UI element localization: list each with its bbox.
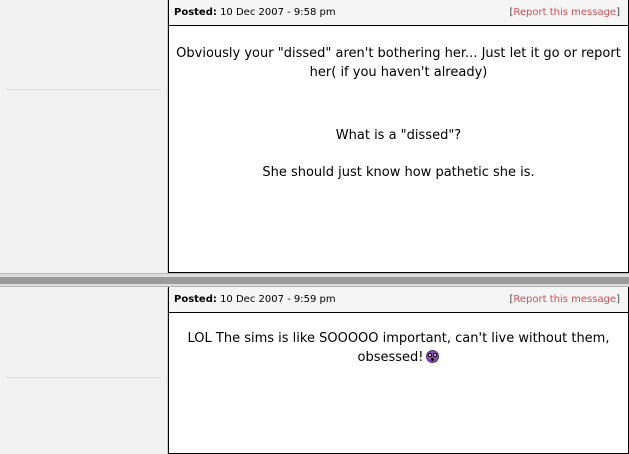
post-timestamp: Posted: 10 Dec 2007 - 9:59 pm <box>174 287 336 313</box>
post-paragraph: What is a "dissed"? <box>335 128 462 143</box>
report-wrapper: [Report this message] <box>509 7 620 18</box>
sidebar-divider <box>6 377 161 378</box>
shocked-emoticon-icon <box>426 350 440 363</box>
post-body: LOL The sims is like SOOOOO important, c… <box>169 313 628 367</box>
author-sidebar <box>0 0 168 273</box>
sidebar-divider <box>6 89 161 90</box>
post-paragraph: She should just know how pathetic she is… <box>262 165 535 180</box>
separator-bar <box>0 277 629 284</box>
post-separator <box>0 273 629 287</box>
post: Posted: 10 Dec 2007 - 9:59 pm [Report th… <box>0 287 629 454</box>
post-header: Posted: 10 Dec 2007 - 9:58 pm [Report th… <box>169 0 628 26</box>
post-paragraph: LOL The sims is like SOOOOO important, c… <box>175 329 622 367</box>
posted-date: 10 Dec 2007 - 9:58 pm <box>220 7 336 18</box>
post-paragraph: Obviously your "dissed" aren't bothering… <box>176 46 621 80</box>
post: Posted: 10 Dec 2007 - 9:58 pm [Report th… <box>0 0 629 273</box>
post-timestamp: Posted: 10 Dec 2007 - 9:58 pm <box>174 0 336 26</box>
posted-label: Posted: <box>174 7 217 18</box>
posted-date: 10 Dec 2007 - 9:59 pm <box>220 294 336 305</box>
post-text: LOL The sims is like SOOOOO important, c… <box>187 331 610 365</box>
post-body: Obviously your "dissed" aren't bothering… <box>169 26 628 182</box>
post-content: Posted: 10 Dec 2007 - 9:58 pm [Report th… <box>168 0 629 273</box>
post-header: Posted: 10 Dec 2007 - 9:59 pm [Report th… <box>169 287 628 313</box>
report-message-link[interactable]: Report this message <box>513 294 616 305</box>
report-message-link[interactable]: Report this message <box>513 7 616 18</box>
post-content: Posted: 10 Dec 2007 - 9:59 pm [Report th… <box>168 287 629 454</box>
author-sidebar <box>0 287 168 454</box>
posted-label: Posted: <box>174 294 217 305</box>
report-wrapper: [Report this message] <box>509 294 620 305</box>
